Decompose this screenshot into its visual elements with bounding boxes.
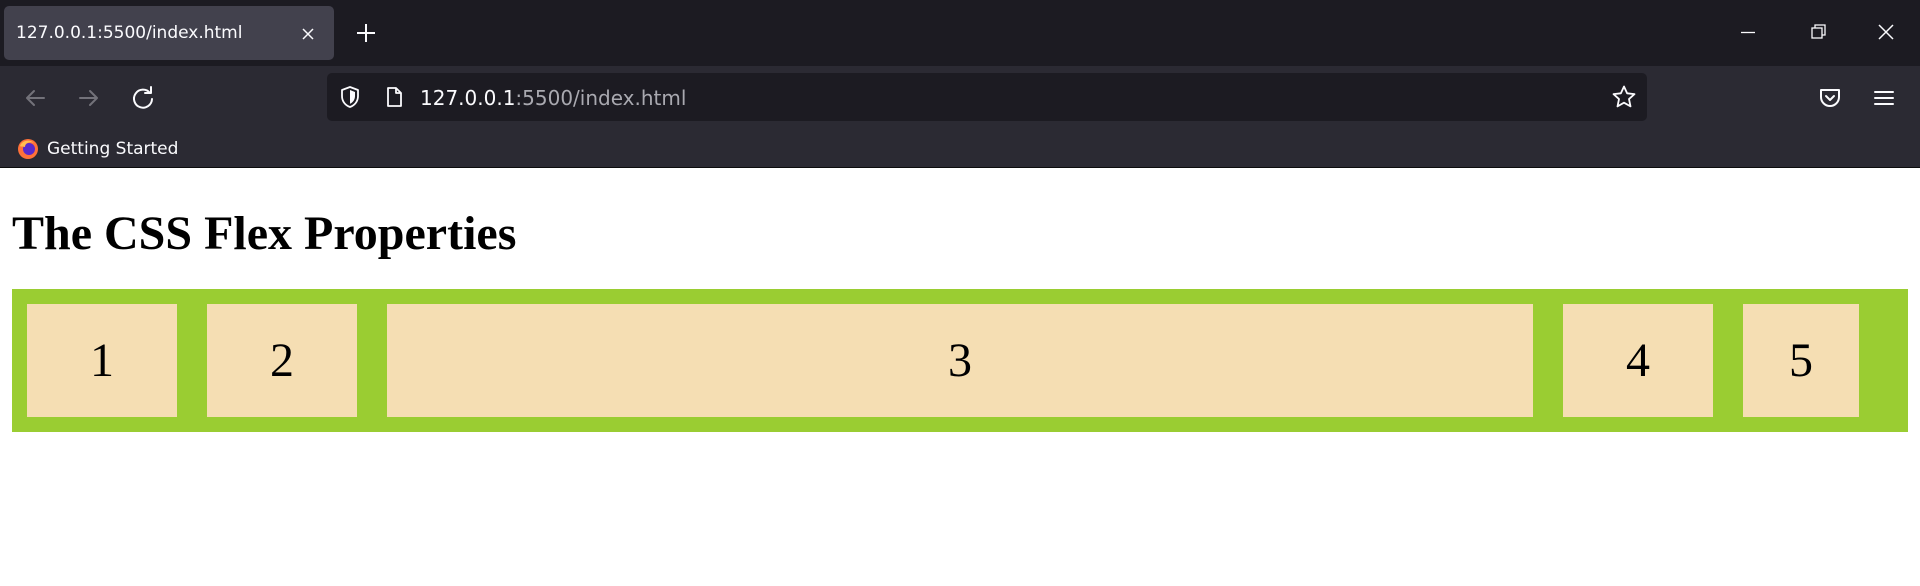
star-icon[interactable] <box>1611 84 1637 110</box>
firefox-icon <box>18 139 38 159</box>
restore-icon[interactable] <box>1806 20 1830 44</box>
tab-strip: 127.0.0.1:5500/index.html <box>0 0 1920 66</box>
page-icon[interactable] <box>382 85 406 109</box>
plus-icon[interactable] <box>354 21 378 45</box>
forward-arrow-icon[interactable] <box>75 84 103 112</box>
url-text[interactable]: 127.0.0.1:5500/index.html <box>420 86 686 110</box>
reload-icon[interactable] <box>129 84 157 112</box>
page-title: The CSS Flex Properties <box>12 207 517 260</box>
close-window-icon[interactable] <box>1874 20 1898 44</box>
address-bar[interactable]: 127.0.0.1:5500/index.html <box>327 73 1647 121</box>
browser-tab-active[interactable]: 127.0.0.1:5500/index.html <box>4 6 334 60</box>
bookmark-getting-started[interactable]: Getting Started <box>16 135 178 163</box>
flex-item-5: 5 <box>1743 304 1859 417</box>
flex-item-4: 4 <box>1563 304 1713 417</box>
minimize-icon[interactable] <box>1736 20 1760 44</box>
flex-item-1: 1 <box>27 304 177 417</box>
bookmark-label: Getting Started <box>47 139 179 159</box>
close-icon[interactable] <box>300 26 316 42</box>
shield-icon[interactable] <box>338 85 362 109</box>
pocket-icon[interactable] <box>1816 84 1844 112</box>
navigation-toolbar: 127.0.0.1:5500/index.html <box>0 66 1920 130</box>
hamburger-menu-icon[interactable] <box>1870 84 1898 112</box>
flex-item-2: 2 <box>207 304 357 417</box>
page-content: The CSS Flex Properties 1 2 3 4 5 <box>0 168 1920 586</box>
back-arrow-icon[interactable] <box>21 84 49 112</box>
tab-title: 127.0.0.1:5500/index.html <box>16 23 243 43</box>
url-host: 127.0.0.1 <box>420 86 516 110</box>
url-path: :5500/index.html <box>515 86 687 110</box>
flex-container: 1 2 3 4 5 <box>12 289 1908 432</box>
flex-item-3: 3 <box>387 304 1533 417</box>
bookmarks-toolbar: Getting Started <box>0 130 1920 168</box>
